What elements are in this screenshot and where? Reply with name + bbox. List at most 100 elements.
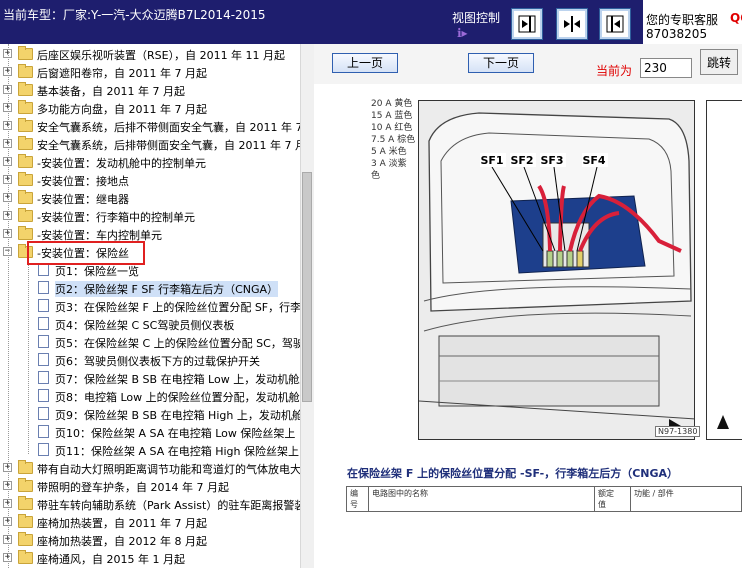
support-qq-link[interactable]: QQ	[730, 11, 742, 25]
folder-icon	[18, 100, 33, 114]
tree-item-label: 页7：保险丝架 B SB 在电控箱 Low 上，发动机舱左侧	[55, 373, 300, 386]
fuse-label: SF2	[510, 154, 533, 167]
view-right-panel-icon	[606, 15, 624, 33]
tree-item-label: 页3：在保险丝架 F 上的保险丝位置分配 SF，行李箱左后方	[55, 301, 300, 314]
tree-item-label: 页1：保险丝一览	[55, 265, 139, 278]
folder-icon	[18, 64, 33, 78]
tree-item-label: 页10：保险丝架 A SA 在电控箱 Low 保险丝架上	[55, 427, 296, 440]
tree-guide-line	[8, 44, 9, 568]
view-left-panel-button[interactable]	[511, 8, 543, 40]
highlight-box	[27, 241, 145, 265]
tree-item-label: -安装位置：继电器	[37, 193, 129, 206]
up-arrow-icon	[717, 415, 729, 429]
fuse-label: SF1	[480, 154, 503, 167]
folder-icon	[18, 154, 33, 168]
tree-item-label: 页9：保险丝架 B SB 在电控箱 High 上，发动机舱左侧	[55, 409, 300, 422]
view-left-panel-icon	[518, 15, 536, 33]
view-control-label: 视图控制	[452, 11, 501, 25]
tree-item-label: 座椅加热装置，自 2012 年 8 月起	[37, 535, 207, 548]
folder-icon	[18, 118, 33, 132]
legend-item: 3 A 淡紫	[371, 159, 407, 169]
tree-item-label: 后窗遮阳卷帘，自 2011 年 7 月起	[37, 67, 207, 80]
folder-icon	[18, 190, 33, 204]
tree-item-label: 带驻车转向辅助系统（Park Assist）的驻车距离报警装置	[37, 499, 300, 512]
fuse-color-legend: 20 A 黄色 15 A 蓝色 10 A 红色 7.5 A 棕色 5 A 米色 3 A 淡…	[371, 98, 415, 182]
page-icon	[38, 281, 49, 294]
page-icon	[38, 425, 49, 438]
tree-item-label: 页11：保险丝架 A SA 在电控箱 High 保险丝架上	[55, 445, 299, 458]
page-icon	[38, 299, 49, 312]
tree-item-label: 安全气囊系统，后排不带侧面安全气囊，自 2011 年 7 月起	[37, 121, 300, 134]
legend-item: 20 A 黄色	[371, 99, 413, 109]
page-icon	[38, 407, 49, 420]
legend-item: 5 A 米色	[371, 147, 407, 157]
tree-item-label: 基本装备，自 2011 年 7 月起	[37, 85, 185, 98]
folder-icon	[18, 460, 33, 474]
tree-item-label: 后座区娱乐视听装置（RSE），自 2011 年 11 月起	[37, 49, 286, 62]
col-number: 编 号	[346, 486, 369, 512]
current-model-title: 当前车型：厂家:Y-一汽-大众迈腾B7L2014-2015	[3, 8, 266, 22]
folder-icon	[18, 208, 33, 222]
next-page-button[interactable]: 下一页	[468, 53, 534, 73]
folder-icon	[18, 550, 33, 564]
top-bar: 当前车型：厂家:Y-一汽-大众迈腾B7L2014-2015 视图控制 ℹ▸ 您的…	[0, 0, 742, 44]
fuse-label: SF3	[540, 154, 563, 167]
folder-icon	[18, 46, 33, 60]
tree-item-label: 多功能方向盘，自 2011 年 7 月起	[37, 103, 207, 116]
view-split-button[interactable]	[556, 8, 588, 40]
col-circuit-name: 电路图中的名称	[368, 486, 595, 512]
page-icon	[38, 443, 49, 456]
fuse-box-illustration: SF1 SF2 SF3 SF4	[419, 101, 694, 439]
legend-item: 15 A 蓝色	[371, 111, 413, 121]
tree-item-label: 页2：保险丝架 F SF 行李箱左后方（CNGA）	[55, 281, 279, 297]
folder-icon	[18, 136, 33, 150]
view-right-panel-button[interactable]	[599, 8, 631, 40]
page-icon	[38, 371, 49, 384]
folder-icon	[18, 532, 33, 546]
folder-icon	[18, 172, 33, 186]
tree-item-label: -安装位置：发动机舱中的控制单元	[37, 157, 206, 170]
page-icon	[38, 317, 49, 330]
tree-guide-line	[28, 258, 29, 454]
folder-icon	[18, 478, 33, 492]
diagram-caption: 在保险丝架 F 上的保险丝位置分配 -SF-，行李箱左后方（CNGA）	[347, 467, 679, 480]
tree-item-label: 带有自动大灯照明距离调节功能和弯道灯的气体放电大灯	[37, 463, 300, 476]
fuse-label: SF4	[582, 154, 605, 167]
col-rating: 额定 值	[594, 486, 631, 512]
page-number-input[interactable]	[640, 58, 692, 78]
folder-icon	[18, 496, 33, 510]
prev-page-button[interactable]: 上一页	[332, 53, 398, 73]
tree-item-label: -安装位置：接地点	[37, 175, 129, 188]
support-panel: 您的专职客服 QQ 87038205	[643, 0, 742, 44]
tree-item-label: 座椅通风，自 2015 年 1 月起	[37, 553, 185, 566]
page-icon	[38, 389, 49, 402]
tree-item-label: 安全气囊系统，后排带侧面安全气囊，自 2011 年 7 月起	[37, 139, 300, 152]
tree-item-label: -安装位置：行李箱中的控制单元	[37, 211, 195, 224]
current-page-label: 当前为	[596, 64, 633, 78]
folder-icon	[18, 226, 33, 240]
col-function: 功能 / 部件	[630, 486, 742, 512]
tree-item-label: 页6：驾驶员侧仪表板下方的过载保护开关	[55, 355, 260, 368]
view-split-icon	[564, 16, 580, 32]
support-phone: 87038205	[646, 27, 708, 41]
image-code: N97-1380	[655, 426, 701, 437]
view-control-pin-icon[interactable]: ℹ▸	[457, 26, 468, 40]
legend-item: 7.5 A 棕色	[371, 135, 416, 145]
tree-item-label: 页8：电控箱 Low 上的保险丝位置分配，发动机舱左侧	[55, 391, 300, 404]
folder-icon	[18, 82, 33, 96]
tree-scrollbar-thumb[interactable]	[302, 172, 312, 402]
legend-item: 色	[371, 171, 381, 181]
tree-item-label: 带照明的登车护条，自 2014 年 7 月起	[37, 481, 229, 494]
page-icon	[38, 353, 49, 366]
support-label: 您的专职客服	[646, 13, 719, 27]
secondary-diagram-frame	[706, 100, 742, 440]
jump-button[interactable]: 跳转	[700, 49, 738, 75]
tree-item-label: 座椅加热装置，自 2011 年 7 月起	[37, 517, 207, 530]
tree-item-label: 页5：在保险丝架 C 上的保险丝位置分配 SC，驾驶员侧仪表板	[55, 337, 300, 350]
page-icon	[38, 335, 49, 348]
legend-item: 10 A 红色	[371, 123, 413, 133]
folder-icon	[18, 514, 33, 528]
fuse-box-photo: SF1 SF2 SF3 SF4	[418, 100, 695, 440]
tree-item-label: 页4：保险丝架 C SC驾驶员侧仪表板	[55, 319, 235, 332]
fuse-assignment-table: 编 号 电路图中的名称 额定 值 功能 / 部件	[346, 486, 742, 512]
